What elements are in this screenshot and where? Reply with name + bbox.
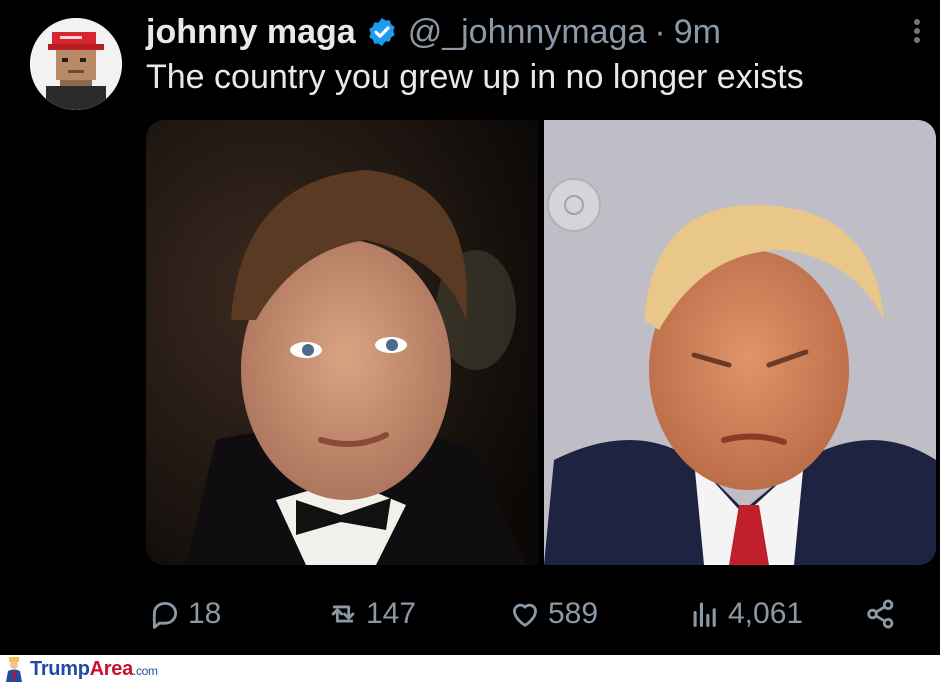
watermark-logo: TrumpArea.com <box>30 658 158 681</box>
views-chart-icon <box>693 602 716 627</box>
views-button[interactable]: 4,061 <box>688 590 803 638</box>
separator-dot: · <box>654 12 666 51</box>
watermark-part3: .com <box>132 663 158 678</box>
reply-icon <box>152 601 178 629</box>
verified-badge-icon <box>369 18 395 46</box>
reply-button[interactable]: 18 <box>148 590 221 638</box>
author-handle[interactable]: @_johnnymaga <box>408 13 647 52</box>
mugshot-photo <box>544 120 936 565</box>
share-icon <box>867 599 894 629</box>
tweet-text: The country you grew up in no longer exi… <box>146 58 804 96</box>
share-button[interactable] <box>864 590 898 638</box>
sheriff-seal-icon <box>547 178 601 232</box>
media-image-2[interactable] <box>544 120 936 565</box>
reply-count: 18 <box>188 597 222 630</box>
views-count: 4,061 <box>728 597 804 630</box>
watermark-part2: Area <box>89 657 134 680</box>
watermark-bar: TrumpArea.com <box>0 655 940 683</box>
like-count: 589 <box>548 597 599 630</box>
tweet-card[interactable]: johnny maga @_johnnymaga · 9m The countr… <box>0 0 940 655</box>
author-name[interactable]: johnny maga <box>146 13 356 52</box>
tweet-media[interactable] <box>146 120 936 565</box>
tweet-actions: 18 147 589 4,061 <box>146 590 936 638</box>
heart-icon <box>512 603 538 627</box>
repost-icon <box>331 605 355 623</box>
media-image-1[interactable] <box>146 120 538 565</box>
avatar[interactable] <box>30 18 122 110</box>
more-options-icon[interactable] <box>912 16 922 56</box>
repost-count: 147 <box>366 597 417 630</box>
portrait-young-photo <box>146 120 538 565</box>
watermark-figure-icon <box>6 657 22 682</box>
repost-button[interactable]: 147 <box>326 590 416 638</box>
timestamp[interactable]: 9m <box>674 13 721 52</box>
watermark-part1: Trump <box>30 657 90 680</box>
tweet-header: johnny maga @_johnnymaga · 9m <box>146 10 721 54</box>
like-button[interactable]: 589 <box>508 590 598 638</box>
